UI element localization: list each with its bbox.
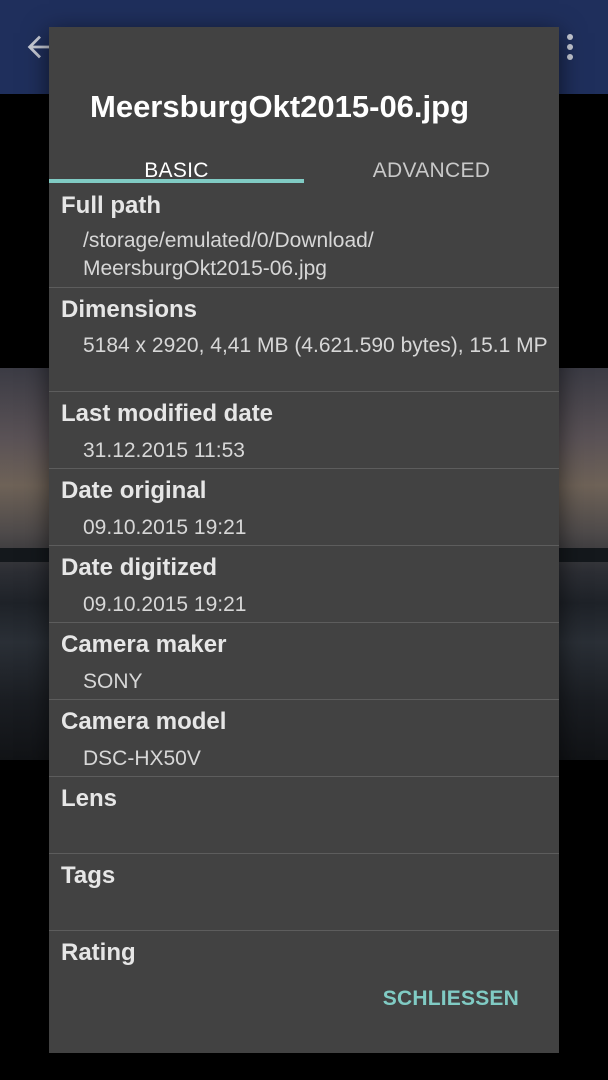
detail-row-rating: Rating: [49, 931, 559, 973]
detail-value: 31.12.2015 11:53: [83, 439, 245, 462]
detail-label: Last modified date: [61, 400, 274, 427]
close-button[interactable]: SCHLIESSEN: [383, 987, 519, 1011]
detail-row-date-digitized: Date digitized 09.10.2015 19:21: [49, 546, 559, 623]
dialog-actions: SCHLIESSEN: [49, 973, 559, 1053]
detail-row-full-path: Full path /storage/emulated/0/Download/ …: [49, 184, 559, 288]
detail-row-dimensions: Dimensions 5184 x 2920, 4,41 MB (4.621.5…: [49, 288, 559, 392]
tab-indicator: [49, 179, 304, 183]
detail-value: /storage/emulated/0/Download/ MeersburgO…: [83, 229, 374, 280]
detail-label: Tags: [61, 862, 116, 889]
detail-row-last-modified: Last modified date 31.12.2015 11:53: [49, 392, 559, 469]
detail-row-camera-model: Camera model DSC-HX50V: [49, 700, 559, 777]
detail-row-camera-maker: Camera maker SONY: [49, 623, 559, 700]
detail-label: Camera model: [61, 708, 227, 735]
detail-row-tags: Tags: [49, 854, 559, 931]
detail-row-lens: Lens: [49, 777, 559, 854]
detail-label: Dimensions: [61, 296, 198, 323]
dialog-title: MeersburgOkt2015-06.jpg: [90, 89, 470, 124]
detail-value: 09.10.2015 19:21: [83, 516, 247, 539]
detail-label: Date digitized: [61, 554, 218, 581]
detail-value: 5184 x 2920, 4,41 MB (4.621.590 bytes), …: [83, 334, 548, 357]
detail-row-date-original: Date original 09.10.2015 19:21: [49, 469, 559, 546]
details-list[interactable]: Full path /storage/emulated/0/Download/ …: [49, 184, 559, 973]
detail-label: Camera maker: [61, 631, 227, 658]
image-details-dialog: MeersburgOkt2015-06.jpg BASIC ADVANCED F…: [49, 27, 559, 1053]
detail-value: SONY: [83, 670, 143, 693]
detail-value: 09.10.2015 19:21: [83, 593, 247, 616]
detail-label: Full path: [61, 192, 161, 219]
detail-value: DSC-HX50V: [83, 747, 201, 770]
more-vert-icon[interactable]: [560, 32, 580, 62]
detail-label: Rating: [61, 939, 136, 966]
detail-label: Date original: [61, 477, 207, 504]
detail-label: Lens: [61, 785, 118, 812]
